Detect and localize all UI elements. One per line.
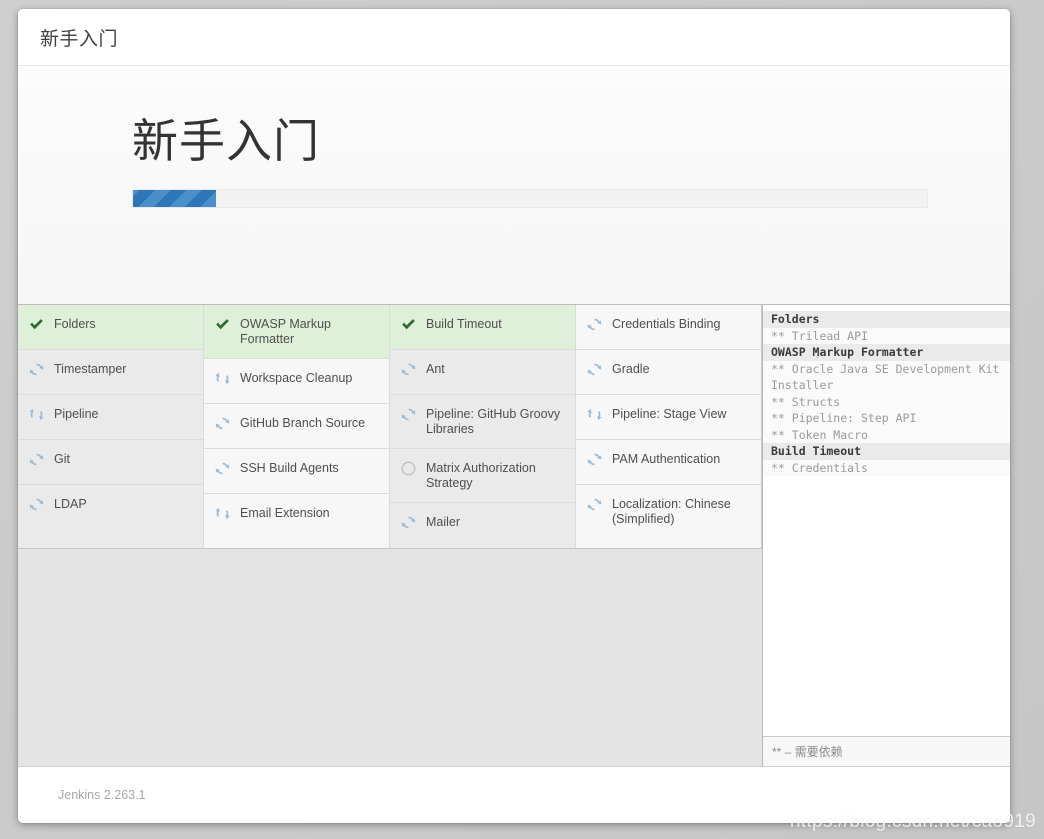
plugin-name-label: Pipeline: Stage View bbox=[612, 407, 727, 421]
plugin-name-label: Credentials Binding bbox=[612, 317, 721, 331]
spinner-icon bbox=[586, 406, 603, 423]
install-log-line: Folders bbox=[763, 311, 1010, 328]
plugin-grid-column: Build Timeout Ant Pipeline: GitHub Groovy … bbox=[390, 305, 576, 548]
plugin-cell: Pipeline: Stage View bbox=[576, 395, 761, 440]
plugin-cell: Pipeline: GitHub Groovy Libraries bbox=[390, 395, 575, 449]
plugin-name-label: Mailer bbox=[426, 514, 461, 529]
install-progress-bar bbox=[132, 188, 928, 208]
spinner-icon bbox=[28, 361, 45, 378]
wizard-footer: Jenkins 2.263.1 bbox=[18, 766, 1010, 823]
install-log-line: ** Trilead API bbox=[763, 327, 1010, 344]
plugin-cell: Pipeline bbox=[18, 395, 203, 440]
install-log-line: ** Oracle Java SE Development Kit Instal… bbox=[763, 360, 1010, 394]
plugin-cell: Folders bbox=[18, 305, 203, 350]
spinner-icon bbox=[586, 361, 603, 378]
plugin-name-label: SSH Build Agents bbox=[240, 460, 339, 475]
plugin-name-label: GitHub Branch Source bbox=[240, 415, 366, 430]
plugin-name-label: Timestamper bbox=[54, 362, 127, 376]
plugin-cell: Credentials Binding bbox=[576, 305, 761, 350]
spinner-icon bbox=[214, 415, 231, 432]
plugin-name-label: OWASP Markup Formatter bbox=[240, 317, 331, 347]
install-log-pane: Folders ** Trilead API OWASP Markup Format… bbox=[762, 305, 1010, 766]
plugin-name-label: Gradle bbox=[612, 362, 650, 376]
plugin-cell: Ant bbox=[390, 350, 575, 395]
spinner-icon bbox=[214, 370, 231, 387]
plugin-name-label: Localization: Chinese (Simplified) bbox=[612, 497, 731, 527]
page-title: 新手入门 bbox=[40, 28, 119, 50]
check-icon bbox=[28, 316, 45, 333]
plugin-cell: Localization: Chinese (Simplified) bbox=[576, 485, 761, 538]
log-legend: ** – 需要依赖 bbox=[763, 736, 1010, 766]
plugin-cell: Matrix Authorization Strategy bbox=[390, 449, 575, 503]
plugin-grid-column: OWASP Markup Formatter Workspace Cleanup G… bbox=[204, 305, 390, 548]
install-log-line: ** Pipeline: Step API bbox=[763, 410, 1010, 427]
plugin-cell: Mailer bbox=[390, 503, 575, 548]
plugin-cell: Build Timeout bbox=[390, 305, 575, 350]
plugin-cell: OWASP Markup Formatter bbox=[204, 305, 389, 359]
spinner-icon bbox=[214, 505, 231, 522]
plugin-name-label: Pipeline: GitHub Groovy Libraries bbox=[426, 407, 561, 437]
plugin-cell: SSH Build Agents bbox=[204, 449, 389, 494]
hero-heading: 新手入门 bbox=[132, 115, 320, 167]
spinner-icon bbox=[28, 496, 45, 513]
plugin-cell: Gradle bbox=[576, 350, 761, 395]
spinner-icon bbox=[214, 460, 231, 477]
install-log-line: OWASP Markup Formatter bbox=[763, 344, 1010, 361]
jenkins-version-label: Jenkins 2.263.1 bbox=[58, 788, 146, 802]
check-icon bbox=[400, 316, 417, 333]
spinner-icon bbox=[400, 406, 417, 423]
plugin-cell: Email Extension bbox=[204, 494, 389, 539]
plugin-name-label: Email Extension bbox=[240, 505, 330, 520]
spinner-icon bbox=[586, 496, 603, 513]
spinner-icon bbox=[586, 316, 603, 333]
plugin-cell: LDAP bbox=[18, 485, 203, 530]
plugin-name-label: Workspace Cleanup bbox=[240, 370, 353, 385]
install-log-line: ** Structs bbox=[763, 393, 1010, 410]
plugin-grid: Folders Timestamper Pipeline Git LDAP OWASP M… bbox=[18, 305, 762, 549]
plugin-cell: Timestamper bbox=[18, 350, 203, 395]
plugin-cell: Git bbox=[18, 440, 203, 485]
plugin-name-label: LDAP bbox=[54, 497, 87, 511]
plugin-cell: PAM Authentication bbox=[576, 440, 761, 485]
setup-wizard-card: 新手入门 新手入门 Folders Timestamper Pipeline Git L… bbox=[18, 9, 1010, 823]
plugin-name-label: Matrix Authorization Strategy bbox=[426, 460, 536, 491]
plugin-name-label: Git bbox=[54, 452, 70, 466]
plugin-grid-pane: Folders Timestamper Pipeline Git LDAP OWASP M… bbox=[18, 305, 762, 766]
progress-section: 新手入门 bbox=[18, 66, 1010, 304]
spinner-icon bbox=[586, 451, 603, 468]
plugin-name-label: Build Timeout bbox=[426, 317, 502, 331]
wizard-body: Folders Timestamper Pipeline Git LDAP OWASP M… bbox=[18, 304, 1010, 766]
wizard-header: 新手入门 bbox=[18, 9, 1010, 66]
plugin-grid-column: Credentials Binding Gradle Pipeline: Stage… bbox=[576, 305, 762, 548]
plugin-cell: Workspace Cleanup bbox=[204, 359, 389, 404]
install-log-list[interactable]: Folders ** Trilead API OWASP Markup Format… bbox=[763, 305, 1010, 736]
circle-icon bbox=[400, 460, 417, 477]
install-log-line: Build Timeout bbox=[763, 443, 1010, 460]
spinner-icon bbox=[400, 514, 417, 531]
check-icon bbox=[214, 316, 231, 333]
spinner-icon bbox=[400, 361, 417, 378]
plugin-grid-column: Folders Timestamper Pipeline Git LDAP bbox=[18, 305, 204, 548]
spinner-icon bbox=[28, 406, 45, 423]
log-legend-text: ** – 需要依赖 bbox=[772, 745, 843, 759]
plugin-name-label: Folders bbox=[54, 317, 96, 331]
install-progress-fill bbox=[133, 189, 217, 207]
install-log-line: ** Credentials bbox=[763, 459, 1010, 476]
plugin-name-label: Pipeline bbox=[54, 407, 99, 421]
page-background: 新手入门 新手入门 Folders Timestamper Pipeline Git L… bbox=[0, 0, 1044, 839]
plugin-name-label: Ant bbox=[426, 362, 445, 376]
plugin-cell: GitHub Branch Source bbox=[204, 404, 389, 449]
install-log-line: ** Token Macro bbox=[763, 426, 1010, 443]
spinner-icon bbox=[28, 451, 45, 468]
plugin-name-label: PAM Authentication bbox=[612, 452, 721, 466]
